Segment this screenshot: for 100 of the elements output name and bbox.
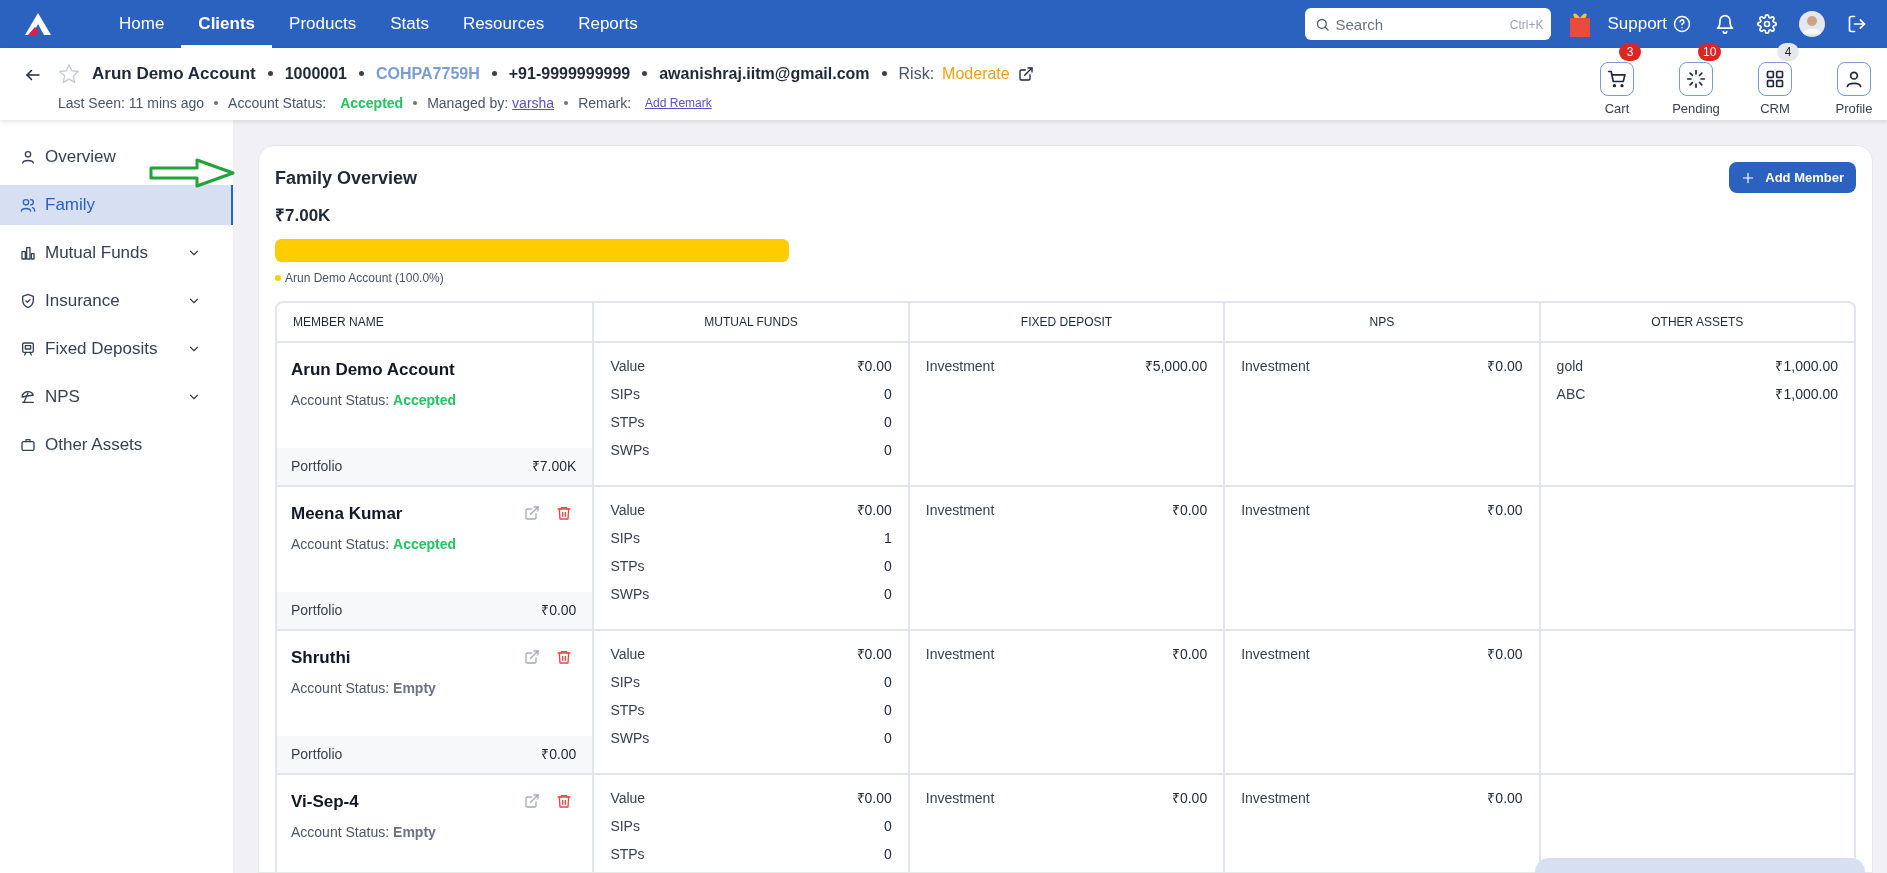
bar-chart-icon <box>20 245 36 261</box>
deposit-label: Investment <box>925 645 995 664</box>
support-link[interactable]: Support <box>1607 11 1691 37</box>
nav-tab[interactable]: Stats <box>373 0 446 48</box>
risk-value: Moderate <box>942 63 1010 84</box>
fund-label: SWPs <box>610 585 650 604</box>
fund-value: 0 <box>884 441 892 460</box>
search-icon <box>1315 17 1331 32</box>
client-name: Arun Demo Account <box>92 63 256 85</box>
fund-value: 0 <box>884 673 892 692</box>
asset-value: ₹1,000.00 <box>1775 385 1838 404</box>
nav-tab[interactable]: Resources <box>445 0 562 48</box>
total-value: ₹7.00K <box>275 205 332 227</box>
deposit-label: Investment <box>925 789 995 808</box>
fund-value: 0 <box>884 557 892 576</box>
status-label: Account Status: <box>291 679 390 698</box>
status-value: Empty <box>393 679 436 698</box>
sidebar-item[interactable]: Family <box>0 185 233 225</box>
action-label: CRM <box>1760 100 1790 118</box>
action-button[interactable] <box>1600 62 1634 96</box>
add-remark-link[interactable]: Add Remark <box>645 94 712 112</box>
notification-bell-icon[interactable] <box>1715 14 1735 34</box>
count-badge: 3 <box>1619 43 1641 61</box>
section-title: Family Overview <box>275 167 418 190</box>
loading-icon <box>1686 69 1706 89</box>
fund-label: Value <box>610 357 646 376</box>
action-label: Pending <box>1672 100 1720 118</box>
fund-value: 0 <box>884 729 892 748</box>
nav-tab[interactable]: Reports <box>561 0 655 48</box>
nps-value: ₹0.00 <box>1487 645 1523 664</box>
sidebar-item[interactable]: Other Assets <box>0 425 233 465</box>
status-value: Empty <box>393 823 436 842</box>
fund-value: ₹0.00 <box>856 645 892 664</box>
column-header: FIXED DEPOSIT <box>907 302 1224 341</box>
fund-label: SIPs <box>610 385 640 404</box>
arrow-annotation-icon <box>149 158 235 188</box>
risk-label: Risk: <box>898 63 935 84</box>
nps-value: ₹0.00 <box>1487 357 1523 376</box>
fund-label: Value <box>610 645 646 664</box>
fund-label: STPs <box>610 413 645 432</box>
person-icon <box>20 149 36 165</box>
fund-value: 0 <box>884 817 892 836</box>
status-value: Accepted <box>340 93 404 113</box>
nav-tab[interactable]: Products <box>272 0 374 48</box>
manager-link[interactable]: varsha <box>512 92 555 114</box>
fund-value: 0 <box>884 845 892 864</box>
fund-label: SIPs <box>610 529 640 548</box>
cart-icon <box>1607 69 1627 89</box>
fund-label: STPs <box>610 557 645 576</box>
member-name: Vi-Sep-4 <box>291 790 359 813</box>
user-icon <box>1844 69 1864 89</box>
sidebar-item[interactable]: Fixed Deposits <box>0 329 233 369</box>
sidebar-item[interactable]: Insurance <box>0 281 233 321</box>
action-label: Cart <box>1604 100 1630 118</box>
sidebar-item[interactable]: Mutual Funds <box>0 233 233 273</box>
count-badge: 10 <box>1698 43 1722 61</box>
external-link-icon[interactable] <box>1017 65 1034 82</box>
status-label: Account Status: <box>291 535 390 554</box>
sidebar-item[interactable]: NPS <box>0 377 233 417</box>
portfolio-label: Portfolio <box>291 456 343 476</box>
action-button[interactable] <box>1758 62 1792 96</box>
trash-icon[interactable] <box>556 649 573 666</box>
action-button[interactable] <box>1837 62 1871 96</box>
nps-value: ₹0.00 <box>1487 501 1523 520</box>
star-icon[interactable] <box>58 62 80 85</box>
sidebar-item[interactable]: Overview <box>0 137 233 177</box>
status-value: Accepted <box>393 535 457 554</box>
fund-label: Value <box>610 501 646 520</box>
logo-icon[interactable] <box>24 12 52 36</box>
grid-icon <box>1765 69 1785 89</box>
plus-icon <box>1741 170 1756 185</box>
portfolio-value: ₹7.00K <box>531 456 577 476</box>
nps-label: Investment <box>1241 501 1310 520</box>
client-code: 1000001 <box>284 63 347 84</box>
trash-icon[interactable] <box>556 793 573 810</box>
action-button[interactable] <box>1679 62 1713 96</box>
avatar-icon[interactable] <box>1799 11 1825 37</box>
logout-icon[interactable] <box>1847 14 1867 34</box>
action-label: Profile <box>1835 100 1873 118</box>
member-name: Arun Demo Account <box>291 358 455 381</box>
portfolio-value: ₹0.00 <box>541 744 577 764</box>
portfolio-value: ₹0.00 <box>541 600 577 620</box>
nav-tab[interactable]: Home <box>102 0 182 48</box>
count-badge: 4 <box>1777 43 1799 61</box>
bus-icon <box>20 341 36 357</box>
asset-label: ABC <box>1556 385 1586 404</box>
deposit-value: ₹0.00 <box>1171 789 1208 808</box>
trash-icon[interactable] <box>556 505 573 522</box>
nps-value: ₹0.00 <box>1487 789 1523 808</box>
shortcut-hint: Ctrl+K <box>1509 17 1544 34</box>
fund-label: SWPs <box>610 441 650 460</box>
deposit-value: ₹0.00 <box>1171 501 1208 520</box>
fund-label: STPs <box>610 701 645 720</box>
gift-icon[interactable] <box>1569 10 1592 38</box>
briefcase-icon <box>20 437 36 453</box>
add-member-button[interactable]: Add Member <box>1729 162 1856 193</box>
status-label: Account Status: <box>291 391 390 410</box>
settings-icon[interactable] <box>1757 14 1777 34</box>
asset-label: gold <box>1556 357 1584 376</box>
last-seen-text: Last Seen: 11 mins ago <box>58 93 205 113</box>
